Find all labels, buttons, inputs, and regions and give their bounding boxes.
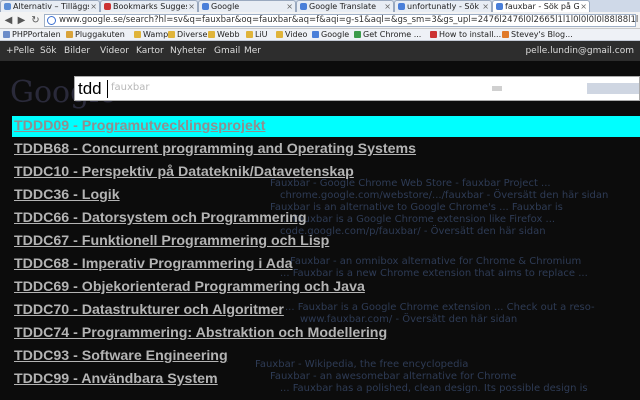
tab-favicon-icon xyxy=(300,3,307,10)
suggestion-label: TDDC10 - Perspektiv på Datateknik/Datave… xyxy=(14,164,354,180)
browser-tab[interactable]: unfortunatly - Sök på × xyxy=(394,0,492,12)
suggestion-item[interactable]: TDDC67 - Funktionell Programmering och L… xyxy=(12,231,640,252)
suggestion-label: TDDC99 - Användbara System xyxy=(14,371,218,387)
tab-title: Google xyxy=(211,2,240,11)
tab-close-icon[interactable]: × xyxy=(286,1,293,12)
bookmark-item[interactable]: Google xyxy=(312,29,349,40)
back-arrow-icon[interactable]: ◀ xyxy=(2,14,15,27)
browser-tab[interactable]: Bookmarks Suggest × xyxy=(100,0,198,12)
suggestion-item[interactable]: TDDC74 - Programmering: Abstraktion och … xyxy=(12,323,640,344)
suggestion-label: TDDD09 - Programutvecklingsprojekt xyxy=(14,118,266,134)
suggestion-label: TDDC66 - Datorsystem och Programmering xyxy=(14,210,307,226)
suggestion-item[interactable]: TDDC70 - Datastrukturer och Algoritmer xyxy=(12,300,640,321)
tab-favicon-icon xyxy=(202,3,209,10)
gbar-link[interactable]: Gmail xyxy=(214,46,240,56)
bookmark-item[interactable]: Get Chrome ... xyxy=(354,29,421,40)
bookmark-favicon-icon xyxy=(502,31,509,38)
bookmark-folder[interactable]: Wamp xyxy=(134,29,168,40)
browser-tab-active[interactable]: fauxbar - Sök på Go × xyxy=(492,0,590,12)
folder-icon xyxy=(276,31,283,38)
search-input[interactable]: tdd fauxbar xyxy=(74,76,640,101)
bookmark-folder[interactable]: LiU xyxy=(246,29,268,40)
text-caret xyxy=(107,80,108,98)
suggestion-label: TDDC70 - Datastrukturer och Algoritmer xyxy=(14,302,284,318)
suggestion-label: TDDC67 - Funktionell Programmering och L… xyxy=(14,233,330,249)
dimmed-control xyxy=(492,86,502,91)
google-bar: +Pelle Sök Bilder Videor Kartor Nyheter … xyxy=(0,41,640,61)
tab-close-icon[interactable]: × xyxy=(384,1,391,12)
gbar-link[interactable]: Videor xyxy=(100,46,129,56)
suggestion-label: TDDC36 - Logik xyxy=(14,187,120,203)
bookmark-folder[interactable]: Video xyxy=(276,29,307,40)
gbar-link[interactable]: Kartor xyxy=(136,46,164,56)
suggestion-item[interactable]: TDDB68 - Concurrent programming and Oper… xyxy=(12,139,640,160)
browser-tab[interactable]: Google Translate × xyxy=(296,0,394,12)
bookmark-favicon-icon xyxy=(430,31,437,38)
bookmark-folder[interactable]: Diverse xyxy=(168,29,207,40)
suggestion-label: TDDC69 - Objekorienterad Programmering o… xyxy=(14,279,365,295)
tab-title: fauxbar - Sök på Go xyxy=(505,2,579,11)
suggestion-item[interactable]: TDDC36 - Logik xyxy=(12,185,640,206)
tab-close-icon[interactable]: × xyxy=(188,1,195,12)
bookmarks-bar: PHPPortalen Pluggakuten Wamp Diverse Web… xyxy=(0,29,640,41)
gbar-link[interactable]: +Pelle xyxy=(6,46,35,56)
suggestion-label: TDDC74 - Programmering: Abstraktion och … xyxy=(14,325,388,341)
bookmark-folder[interactable]: Webb xyxy=(208,29,240,40)
bookmark-favicon-icon xyxy=(354,31,361,38)
tab-title: Google Translate xyxy=(309,2,377,11)
tab-close-icon[interactable]: × xyxy=(482,1,489,12)
gbar-link[interactable]: Bilder xyxy=(64,46,90,56)
typed-query: tdd xyxy=(78,79,102,98)
tab-favicon-icon xyxy=(4,3,11,10)
tab-title: Bookmarks Suggest xyxy=(113,2,187,11)
tab-close-icon[interactable]: × xyxy=(90,1,97,12)
gbar-link[interactable]: Sök xyxy=(40,46,56,56)
folder-icon xyxy=(134,31,141,38)
tab-strip: Alternativ – Tilläggsprogram × Bookmarks… xyxy=(0,0,640,12)
bookmark-item[interactable]: Pluggakuten xyxy=(66,29,125,40)
suggestion-label: TDDB68 - Concurrent programming and Oper… xyxy=(14,141,417,157)
bookmark-favicon-icon xyxy=(66,31,73,38)
folder-icon xyxy=(208,31,215,38)
bookmark-item[interactable]: Stevey's Blog... xyxy=(502,29,573,40)
browser-toolbar: ◀ ▶ ↻ www.google.se/search?hl=sv&q=fauxb… xyxy=(0,12,640,29)
suggestion-label: TDDC93 - Software Engineering xyxy=(14,348,228,364)
tab-favicon-icon xyxy=(496,3,503,10)
address-url[interactable]: www.google.se/search?hl=sv&q=fauxbar&oq=… xyxy=(59,15,638,26)
suggestion-item[interactable]: TDDC99 - Användbara System xyxy=(12,369,640,390)
bookmark-favicon-icon xyxy=(3,31,10,38)
suggestion-item[interactable]: TDDC69 - Objekorienterad Programmering o… xyxy=(12,277,640,298)
dimmed-search-button xyxy=(587,83,639,94)
suggestion-label: TDDC68 - Imperativ Programmering i Ada xyxy=(14,256,293,272)
tab-close-icon[interactable]: × xyxy=(580,1,587,12)
suggestion-item[interactable]: TDDC68 - Imperativ Programmering i Ada xyxy=(12,254,640,275)
browser-tab[interactable]: Google × xyxy=(198,0,296,12)
suggestion-item[interactable]: TDDC93 - Software Engineering xyxy=(12,346,640,367)
suggestion-item-selected[interactable]: TDDD09 - Programutvecklingsprojekt xyxy=(12,116,640,137)
gbar-link[interactable]: Nyheter xyxy=(170,46,206,56)
tab-favicon-icon xyxy=(104,3,111,10)
gbar-link[interactable]: Mer xyxy=(244,46,261,56)
tab-title: unfortunatly - Sök på xyxy=(407,2,481,11)
browser-tab[interactable]: Alternativ – Tilläggsprogram × xyxy=(0,0,100,12)
tab-favicon-icon xyxy=(398,3,405,10)
reload-icon[interactable]: ↻ xyxy=(29,14,42,27)
suggestion-item[interactable]: TDDC66 - Datorsystem och Programmering xyxy=(12,208,640,229)
bookmark-item[interactable]: How to install... xyxy=(430,29,501,40)
suggestion-item[interactable]: TDDC10 - Perspektiv på Datateknik/Datave… xyxy=(12,162,640,183)
folder-icon xyxy=(168,31,175,38)
tab-title: Alternativ – Tilläggsprogram xyxy=(13,2,89,11)
folder-icon xyxy=(246,31,253,38)
underlying-query: fauxbar xyxy=(111,82,150,93)
forward-arrow-icon[interactable]: ▶ xyxy=(15,14,28,27)
google-search-icon xyxy=(47,16,56,25)
account-email[interactable]: pelle.lundin@gmail.com xyxy=(525,46,634,56)
address-bar[interactable]: www.google.se/search?hl=sv&q=fauxbar&oq=… xyxy=(44,14,638,27)
bookmark-item[interactable]: PHPPortalen xyxy=(3,29,61,40)
bookmark-favicon-icon xyxy=(312,31,319,38)
